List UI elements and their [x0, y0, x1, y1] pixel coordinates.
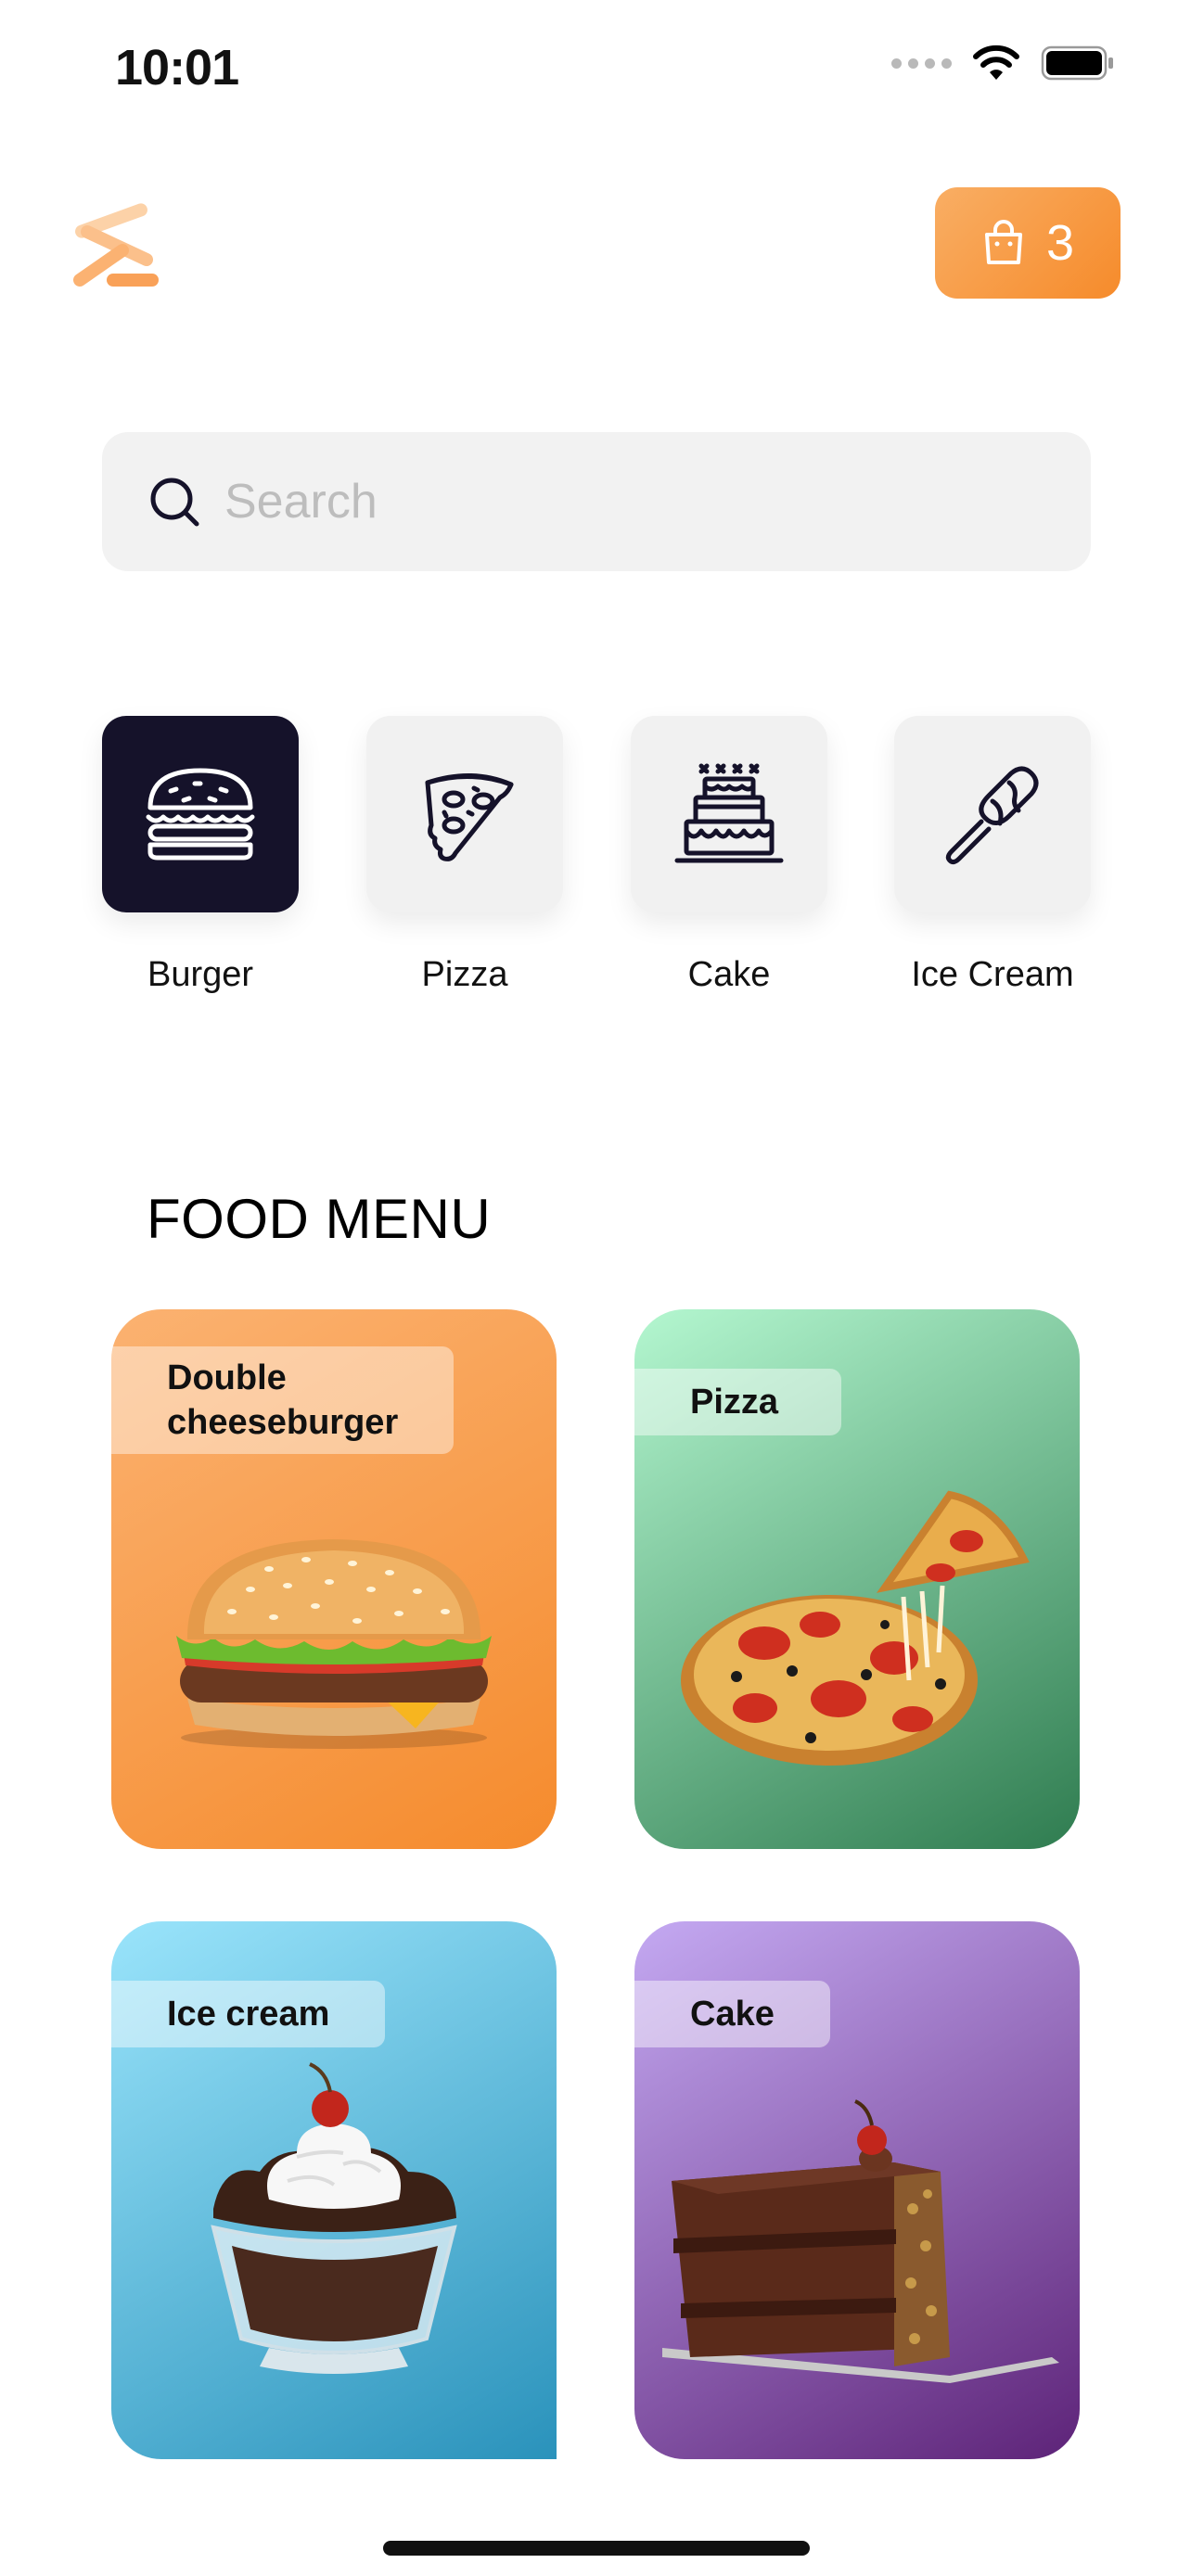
burger-icon	[146, 768, 255, 861]
menu-card-burger[interactable]: Double cheeseburger	[111, 1309, 557, 1849]
category-cake[interactable]: Cake	[631, 716, 827, 994]
cart-count-badge: 3	[1045, 215, 1075, 271]
menu-card-label-line1: Double	[167, 1358, 287, 1397]
category-label: Ice Cream	[911, 955, 1074, 994]
battery-icon	[1041, 45, 1113, 81]
category-burger[interactable]: Burger	[102, 716, 299, 994]
wifi-icon	[973, 45, 1019, 80]
status-icons	[891, 45, 1115, 82]
menu-card-label: Double cheeseburger	[111, 1346, 455, 1454]
ice-cream-bar-icon	[945, 766, 1039, 865]
menu-card-label: Pizza	[634, 1369, 842, 1435]
category-label: Pizza	[421, 955, 508, 994]
search-input[interactable]	[224, 474, 1059, 529]
search-icon	[150, 478, 199, 527]
cellular-signal-icon	[891, 57, 952, 69]
category-tile[interactable]	[894, 716, 1091, 912]
category-label: Cake	[687, 955, 771, 994]
burger-image	[176, 1539, 492, 1749]
menu-card-cake[interactable]: Cake	[634, 1921, 1080, 2459]
status-time: 10:01	[115, 40, 239, 96]
menu-card-label: Ice cream	[111, 1981, 386, 2047]
app-logo	[73, 203, 159, 287]
cart-button[interactable]: 3	[935, 187, 1121, 299]
cake-icon	[674, 763, 784, 863]
home-indicator[interactable]	[383, 2541, 810, 2556]
menu-card-ice-cream[interactable]: Ice cream	[111, 1921, 557, 2459]
category-pizza[interactable]: Pizza	[366, 716, 563, 994]
pizza-slice-icon	[425, 773, 514, 861]
section-title: FOOD MENU	[147, 1188, 492, 1250]
category-ice-cream[interactable]: Ice Cream	[894, 716, 1091, 994]
category-tile[interactable]	[366, 716, 563, 912]
pizza-image	[681, 1490, 1030, 1766]
menu-card-label: Cake	[634, 1981, 830, 2047]
chocolate-cake-image	[662, 2099, 1059, 2383]
ice-cream-sundae-image	[211, 2062, 457, 2374]
shopping-bag-icon	[984, 220, 1022, 264]
category-tile[interactable]	[631, 716, 827, 912]
menu-card-pizza[interactable]: Pizza	[634, 1309, 1080, 1849]
search-bar[interactable]	[102, 432, 1091, 571]
category-label: Burger	[147, 955, 254, 994]
menu-card-label-line2: cheeseburger	[167, 1403, 399, 1442]
category-tile[interactable]	[102, 716, 299, 912]
